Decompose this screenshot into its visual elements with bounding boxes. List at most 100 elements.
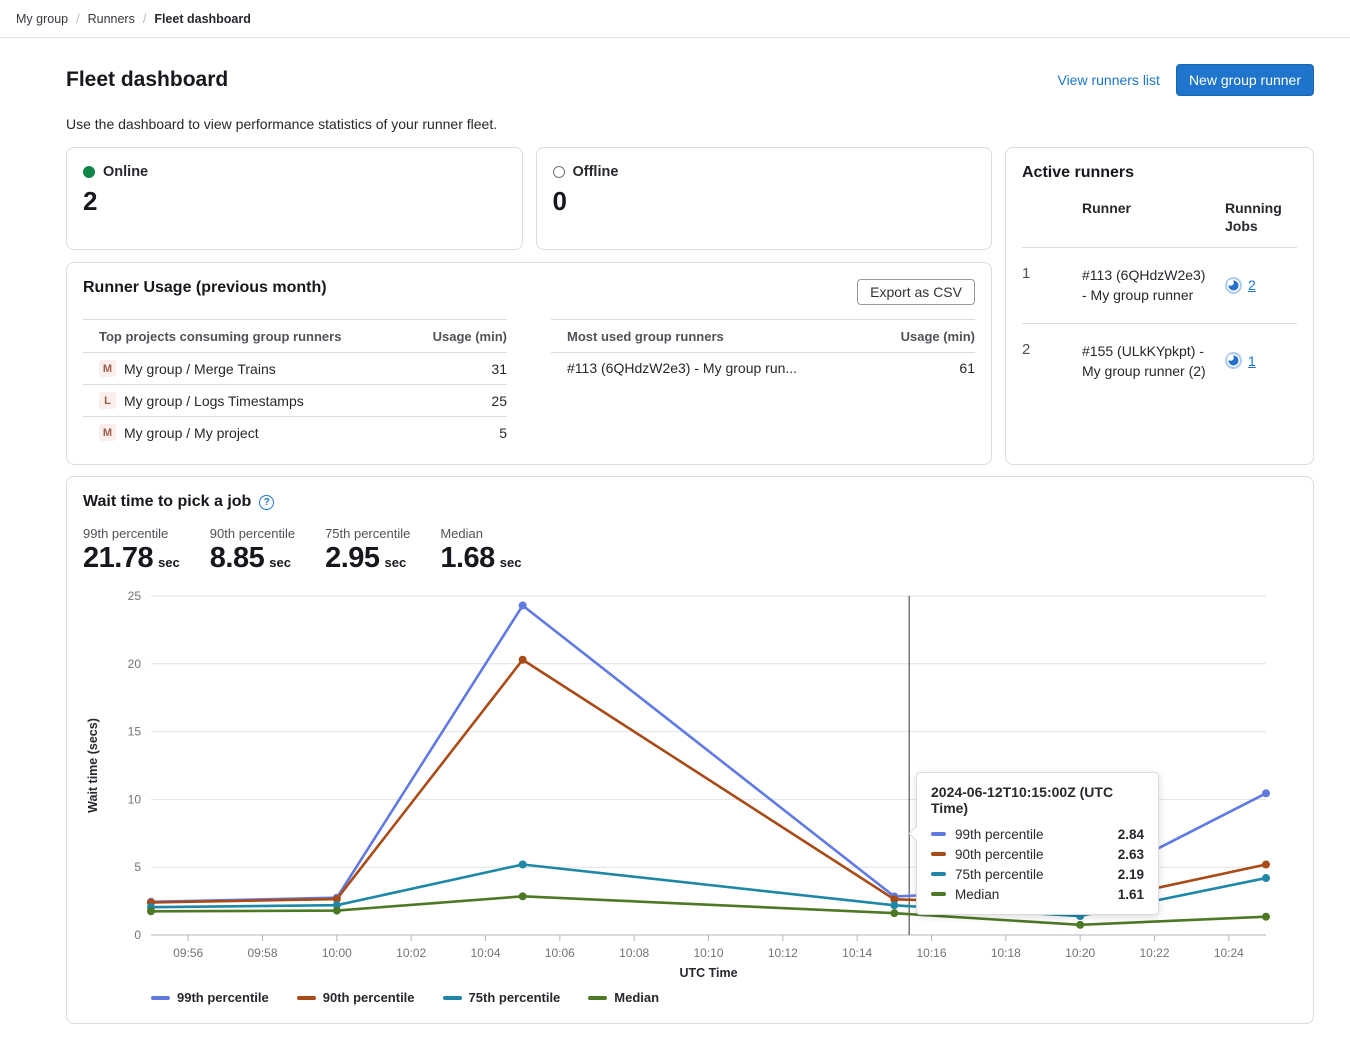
tooltip-row: 99th percentile 2.84 bbox=[931, 824, 1144, 844]
running-status-icon bbox=[1225, 277, 1242, 294]
stat-unit: sec bbox=[500, 555, 522, 570]
legend-item-median[interactable]: Median bbox=[588, 990, 659, 1005]
data-point bbox=[519, 860, 527, 868]
runner-rank: 1 bbox=[1022, 265, 1066, 306]
y-tick-label: 20 bbox=[128, 657, 142, 671]
x-tick-label: 10:20 bbox=[1065, 946, 1095, 960]
breadcrumb: My group / Runners / Fleet dashboard bbox=[0, 0, 1350, 38]
runner-name: #113 (6QHdzW2e3) - My group run... bbox=[567, 360, 797, 376]
breadcrumb-current: Fleet dashboard bbox=[154, 12, 251, 26]
tooltip-title: 2024-06-12T10:15:00Z (UTC Time) bbox=[931, 784, 1144, 816]
export-csv-button[interactable]: Export as CSV bbox=[857, 279, 975, 305]
x-tick-label: 10:10 bbox=[693, 946, 723, 960]
project-name: My group / My project bbox=[124, 425, 259, 441]
wait-time-title: Wait time to pick a job bbox=[83, 493, 251, 511]
stat-99th-percentile: 99th percentile 21.78sec bbox=[83, 526, 180, 575]
series-swatch bbox=[931, 892, 946, 896]
stat-value: 2.95 bbox=[325, 542, 379, 575]
most-used-header-row: Most used group runners Usage (min) bbox=[551, 320, 975, 353]
legend-item-75th-percentile[interactable]: 75th percentile bbox=[443, 990, 561, 1005]
offline-label: Offline bbox=[573, 164, 619, 180]
top-projects-header-row: Top projects consuming group runners Usa… bbox=[83, 320, 507, 353]
y-axis-title: Wait time (secs) bbox=[86, 718, 100, 813]
breadcrumb-link-runners[interactable]: Runners bbox=[88, 12, 135, 26]
breadcrumb-separator: / bbox=[76, 12, 79, 26]
data-point bbox=[147, 907, 155, 915]
most-used-usage-header: Usage (min) bbox=[901, 329, 975, 344]
top-projects-usage-header: Usage (min) bbox=[433, 329, 507, 344]
x-tick-label: 10:06 bbox=[545, 946, 575, 960]
table-row: 1 #113 (6QHdzW2e3) - My group runner 2 bbox=[1022, 248, 1297, 323]
data-point bbox=[333, 907, 341, 915]
running-status-icon bbox=[1225, 352, 1242, 369]
stat-value: 1.68 bbox=[440, 542, 494, 575]
y-tick-label: 25 bbox=[128, 589, 142, 603]
table-row: M My group / My project 5 bbox=[83, 417, 507, 448]
project-usage: 25 bbox=[491, 393, 507, 409]
project-avatar: L bbox=[99, 392, 116, 409]
help-icon[interactable]: ? bbox=[259, 495, 274, 510]
running-jobs-count-link[interactable]: 1 bbox=[1248, 353, 1256, 369]
table-row: 2 #155 (ULkKYpkpt) - My group runner (2)… bbox=[1022, 323, 1297, 399]
legend-item-90th-percentile[interactable]: 90th percentile bbox=[297, 990, 415, 1005]
page-header: Fleet dashboard View runners list New gr… bbox=[66, 64, 1314, 96]
main-content: Fleet dashboard View runners list New gr… bbox=[0, 38, 1350, 1024]
legend-item-99th-percentile[interactable]: 99th percentile bbox=[151, 990, 269, 1005]
data-point bbox=[1262, 860, 1270, 868]
header-actions: View runners list New group runner bbox=[1057, 64, 1314, 96]
project-usage: 5 bbox=[499, 425, 507, 441]
wait-time-card: Wait time to pick a job ? 99th percentil… bbox=[66, 476, 1314, 1024]
runner-usage-title: Runner Usage (previous month) bbox=[83, 279, 975, 297]
runner-usage-value: 61 bbox=[959, 360, 975, 376]
data-point bbox=[1262, 913, 1270, 921]
breadcrumb-link-my-group[interactable]: My group bbox=[16, 12, 68, 26]
running-jobs-column-header: Running Jobs bbox=[1225, 200, 1297, 235]
runner-usage-card: Runner Usage (previous month) Export as … bbox=[66, 262, 992, 465]
top-projects-table: Top projects consuming group runners Usa… bbox=[83, 319, 507, 448]
data-point bbox=[519, 601, 527, 609]
chart-tooltip: 2024-06-12T10:15:00Z (UTC Time) 99th per… bbox=[916, 772, 1159, 915]
most-used-name-header: Most used group runners bbox=[567, 329, 724, 344]
data-point bbox=[1262, 789, 1270, 797]
data-point bbox=[519, 892, 527, 900]
breadcrumb-separator: / bbox=[143, 12, 146, 26]
new-group-runner-button[interactable]: New group runner bbox=[1176, 64, 1314, 96]
stat-90th-percentile: 90th percentile 8.85sec bbox=[210, 526, 295, 575]
wait-time-stats: 99th percentile 21.78sec 90th percentile… bbox=[83, 526, 1297, 575]
running-jobs-count-link[interactable]: 2 bbox=[1248, 277, 1256, 293]
online-status-icon bbox=[83, 166, 95, 178]
active-runners-title: Active runners bbox=[1022, 164, 1297, 182]
view-runners-list-link[interactable]: View runners list bbox=[1057, 72, 1159, 88]
stat-value: 21.78 bbox=[83, 542, 153, 575]
project-name: My group / Merge Trains bbox=[124, 361, 276, 377]
stat-median: Median 1.68sec bbox=[440, 526, 521, 575]
usage-tables: Top projects consuming group runners Usa… bbox=[83, 319, 975, 448]
x-tick-label: 10:14 bbox=[842, 946, 872, 960]
chart-legend: 99th percentile 90th percentile 75th per… bbox=[151, 990, 1297, 1005]
stat-unit: sec bbox=[385, 555, 407, 570]
stat-value: 8.85 bbox=[210, 542, 264, 575]
y-tick-label: 0 bbox=[134, 928, 141, 942]
x-tick-label: 10:22 bbox=[1139, 946, 1169, 960]
y-tick-label: 15 bbox=[128, 725, 142, 739]
running-jobs-cell: 1 bbox=[1225, 352, 1297, 369]
top-projects-name-header: Top projects consuming group runners bbox=[99, 329, 341, 344]
page-subtitle: Use the dashboard to view performance st… bbox=[66, 116, 1314, 132]
x-tick-label: 10:12 bbox=[768, 946, 798, 960]
series-swatch bbox=[931, 872, 946, 876]
stat-unit: sec bbox=[158, 555, 180, 570]
data-point bbox=[1262, 874, 1270, 882]
data-point bbox=[519, 656, 527, 664]
running-jobs-cell: 2 bbox=[1225, 277, 1297, 294]
runner-name: #155 (ULkKYpkpt) - My group runner (2) bbox=[1082, 341, 1209, 382]
online-label: Online bbox=[103, 164, 148, 180]
data-point bbox=[1076, 921, 1084, 929]
data-point bbox=[890, 909, 898, 917]
offline-runners-card: Offline 0 bbox=[536, 147, 993, 250]
legend-swatch bbox=[588, 996, 607, 1000]
project-usage: 31 bbox=[491, 361, 507, 377]
table-row: M My group / Merge Trains 31 bbox=[83, 353, 507, 385]
data-point bbox=[890, 901, 898, 909]
series-swatch bbox=[931, 852, 946, 856]
online-runners-card: Online 2 bbox=[66, 147, 523, 250]
